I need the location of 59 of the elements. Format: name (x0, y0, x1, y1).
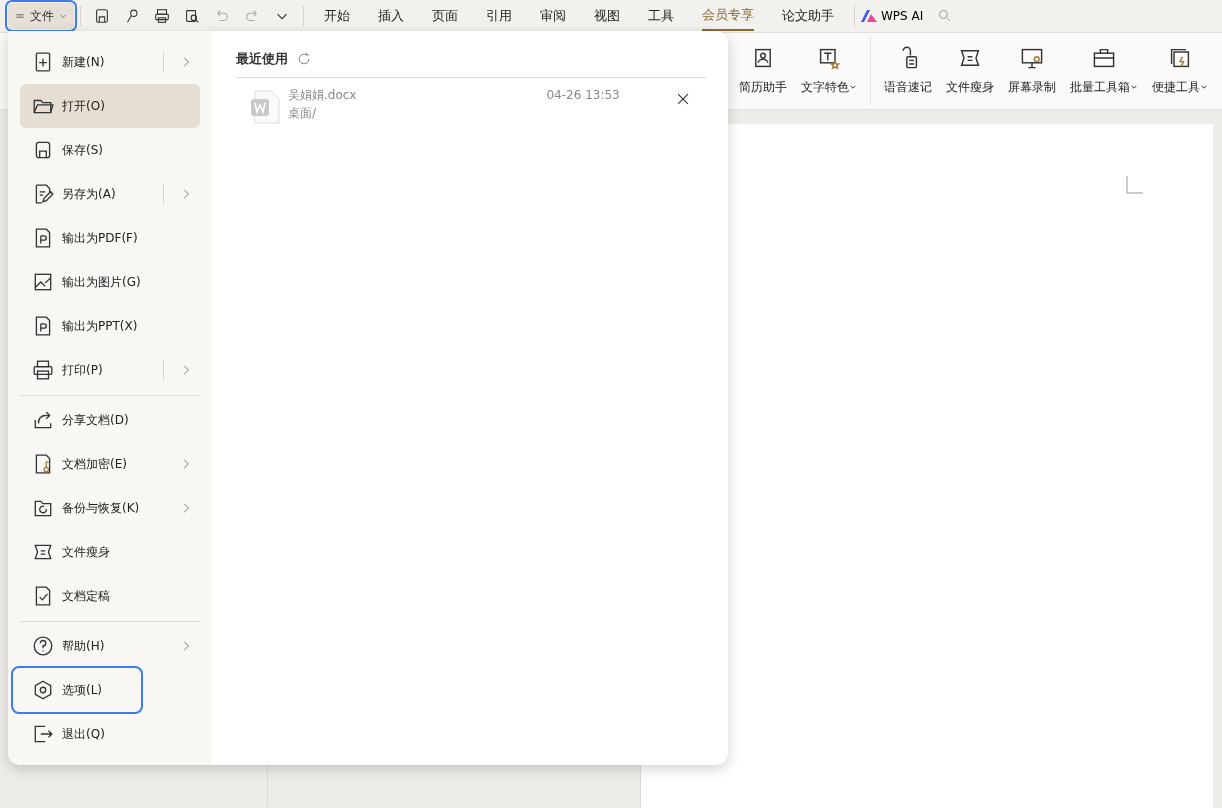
menu-item[interactable]: 选项(L) (13, 668, 141, 712)
ribbon-tab[interactable]: 引用 (486, 2, 512, 30)
refresh-icon[interactable] (296, 50, 312, 67)
menu-item[interactable]: 另存为(A) (20, 172, 200, 216)
ribbon-tool-button[interactable]: 文件瘦身 (939, 40, 1001, 102)
menu-item[interactable]: 打开(O) (20, 84, 200, 128)
ribbon-tab[interactable]: 论文助手 (782, 2, 834, 30)
caret-icon (1200, 83, 1208, 91)
margin-corner-icon (1126, 176, 1144, 194)
share-icon (32, 409, 54, 431)
image-export-icon (32, 271, 54, 293)
print-preview-icon[interactable] (183, 7, 201, 25)
menu-item[interactable]: 退出(Q) (20, 712, 200, 756)
file-time: 04-26 13:53 (546, 86, 620, 104)
wps-ai-button[interactable]: WPS AI (861, 7, 924, 25)
help-icon (32, 635, 54, 657)
ribbon-tool-button[interactable]: 屏幕录制 (1001, 40, 1063, 102)
ribbon-tool-button[interactable]: 批量工具箱 (1063, 40, 1145, 102)
menu-item[interactable]: 新建(N) (20, 40, 200, 84)
menu-item[interactable]: 输出为PPT(X) (20, 304, 200, 348)
settings-icon (32, 679, 54, 701)
ribbon-tool-button[interactable]: 语音速记 (877, 40, 939, 102)
menu-item[interactable]: 备份与恢复(K) (20, 486, 200, 530)
menu-item[interactable]: 帮助(H) (20, 624, 200, 668)
menu-item[interactable]: 输出为PDF(F) (20, 216, 200, 260)
text-frame-icon (817, 46, 841, 70)
print-icon (32, 358, 54, 381)
file-name: 吴娟娟.docx (288, 86, 357, 104)
toolbox-icon (1092, 46, 1116, 70)
ribbon-tool-button[interactable]: 简历助手 (732, 40, 794, 102)
ribbon-tab[interactable]: 开始 (324, 2, 350, 30)
ribbon-tab[interactable]: 插入 (378, 2, 404, 30)
file-location: 桌面/ (288, 104, 318, 122)
ai-logo-icon (861, 10, 877, 22)
word-file-icon (250, 89, 280, 124)
menu-item[interactable]: 文档加密(E) (20, 442, 200, 486)
menu-item[interactable]: 分享文档(D) (20, 398, 200, 442)
menu-item[interactable]: 文档定稿 (20, 574, 200, 622)
ribbon-tab[interactable]: 页面 (432, 2, 458, 30)
menu-item[interactable]: 保存(S) (20, 128, 200, 172)
file-menu-button[interactable]: 文件 (8, 3, 74, 29)
save-icon[interactable] (93, 7, 111, 25)
print-icon[interactable] (153, 7, 171, 25)
ribbon-tab[interactable]: 工具 (648, 2, 674, 30)
recent-file-row[interactable]: 吴娟娟.docx 桌面/ 04-26 13:53 (236, 77, 706, 132)
ribbon-tool-button[interactable]: 便捷工具 (1145, 40, 1215, 102)
menu-item[interactable]: 输出为图片(G) (20, 260, 200, 304)
screen-record-icon (1020, 46, 1044, 70)
ribbon-tab[interactable]: 视图 (594, 2, 620, 30)
exit-icon (32, 723, 54, 745)
close-icon[interactable] (675, 91, 690, 106)
recent-title: 最近使用 (236, 50, 288, 68)
ribbon-tool-button[interactable]: 文字特色 (794, 40, 864, 102)
caret-icon (1130, 83, 1138, 91)
stacked-pages-icon (1168, 46, 1192, 70)
caret-icon (849, 83, 857, 91)
menu-item[interactable]: 打印(P) (20, 348, 200, 396)
ribbon-tab[interactable]: 审阅 (540, 2, 566, 30)
menu-item[interactable]: 文件瘦身 (20, 530, 200, 574)
